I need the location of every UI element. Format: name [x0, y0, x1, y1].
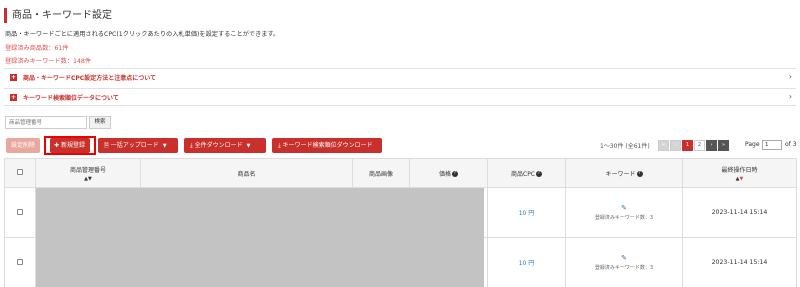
- header-label: 商品管理番号: [69, 166, 106, 174]
- keyword-cell: ✎ 登録済みキーワード数：3: [565, 237, 683, 287]
- header-label: 最終操作日時: [721, 166, 758, 174]
- chevron-right-icon: ›: [788, 72, 792, 81]
- header-label: 商品CPC: [511, 170, 535, 178]
- registered-keywords-count: 登録済みキーワード数：148件: [5, 58, 92, 65]
- cpc-link[interactable]: 10 円: [519, 210, 535, 217]
- last-updated-date: 2023-11-14 15:14: [711, 259, 768, 266]
- question-circle-icon[interactable]: ?: [452, 171, 458, 177]
- last-updated-cell: 2023-11-14 15:14: [682, 237, 797, 287]
- question-circle-icon[interactable]: ?: [536, 171, 542, 177]
- cpc-cell: 10 円: [487, 237, 566, 287]
- chevron-right-icon: ›: [788, 92, 792, 101]
- accordion-cpc-settings[interactable]: + 商品・キーワードCPC設定方法と注意点について ›: [4, 68, 796, 86]
- new-button-label: 新規登録: [60, 142, 85, 149]
- keyword-rank-download-button[interactable]: ⤓ キーワード検索順位ダウンロード: [272, 138, 382, 153]
- accordion-label: キーワード検索順位データについて: [23, 94, 119, 102]
- plus-icon: ✚: [54, 142, 61, 149]
- last-page-button[interactable]: »: [718, 140, 729, 151]
- header-product-id[interactable]: 商品管理番号 ▲▼: [35, 158, 141, 188]
- page-2-button[interactable]: 2: [694, 140, 705, 151]
- keyword-count: 登録済みキーワード数：3: [594, 265, 654, 271]
- last-updated-cell: 2023-11-14 15:14: [682, 187, 797, 238]
- row-checkbox[interactable]: [17, 258, 23, 265]
- accordion-keyword-rank[interactable]: + キーワード検索順位データについて ›: [4, 88, 796, 106]
- search-input[interactable]: [5, 116, 87, 129]
- page-title: 商品・キーワード設定: [4, 8, 112, 23]
- keyword-count: 登録済みキーワード数：3: [594, 215, 654, 221]
- pagination-info: 1〜30件 (全61件): [600, 143, 650, 150]
- cpc-cell: 10 円: [487, 187, 566, 238]
- pagination: « ‹ 1 2 › »: [658, 140, 730, 151]
- prev-page-button[interactable]: ‹: [670, 140, 681, 151]
- search-button[interactable]: 検索: [89, 116, 111, 129]
- page-1-button[interactable]: 1: [682, 140, 693, 151]
- bulk-upload-button[interactable]: 🗎 一括アップロード ▼: [98, 138, 178, 153]
- header-last-updated[interactable]: 最終操作日時 ▲▼: [682, 158, 797, 188]
- caret-down-icon: ▼: [246, 143, 251, 149]
- caret-down-icon: ▼: [162, 143, 167, 149]
- accordion-label: 商品・キーワードCPC設定方法と注意点について: [23, 75, 157, 82]
- delete-button[interactable]: 設定削除: [6, 138, 40, 153]
- download-all-button[interactable]: ⤓ 全件ダウンロード ▼: [184, 138, 266, 153]
- file-upload-icon: 🗎: [104, 142, 111, 149]
- sort-icon[interactable]: ▲▼: [683, 176, 796, 182]
- edit-icon[interactable]: ✎: [566, 254, 682, 262]
- header-cpc: 商品CPC?: [487, 158, 566, 188]
- row-checkbox[interactable]: [17, 208, 23, 215]
- header-label: キーワード: [605, 170, 636, 178]
- last-updated-date: 2023-11-14 15:14: [711, 209, 768, 216]
- next-page-button[interactable]: ›: [706, 140, 717, 151]
- page-description: 商品・キーワードごとに適用されるCPC(1クリックあたりの入札単価)を設定するこ…: [5, 31, 280, 38]
- download-all-label: 全件ダウンロード: [194, 142, 243, 149]
- page-of-label: of 3: [785, 141, 797, 148]
- select-all-checkbox[interactable]: [17, 169, 23, 175]
- registered-products-count: 登録済み商品数：61件: [5, 45, 69, 52]
- keyword-cell: ✎ 登録済みキーワード数：3: [565, 187, 683, 238]
- header-product-image: 商品画像: [352, 158, 410, 188]
- header-product-name: 商品名: [140, 158, 353, 188]
- header-keyword: キーワード?: [565, 158, 683, 188]
- keyword-rank-download-label: キーワード検索順位ダウンロード: [282, 142, 373, 149]
- select-all-cell: [4, 158, 36, 188]
- row-select-cell: [4, 187, 36, 238]
- first-page-button[interactable]: «: [658, 140, 669, 151]
- redacted-block: [36, 188, 484, 287]
- question-circle-icon[interactable]: ?: [636, 171, 643, 177]
- header-price: 価格?: [409, 158, 488, 188]
- table-header-row: 商品管理番号 ▲▼ 商品名 商品画像 価格? 商品CPC? キーワード? 最終操作…: [4, 158, 797, 188]
- plus-icon: +: [10, 74, 17, 81]
- row-select-cell: [4, 237, 36, 287]
- page-label: Page: [745, 141, 760, 148]
- new-registration-button[interactable]: ✚ 新規登録: [50, 138, 90, 153]
- edit-icon[interactable]: ✎: [566, 204, 682, 212]
- plus-icon: +: [10, 93, 17, 101]
- bulk-upload-label: 一括アップロード: [110, 142, 159, 149]
- cpc-link[interactable]: 10 円: [519, 260, 535, 267]
- page-number-input[interactable]: 1: [762, 140, 782, 150]
- sort-icon[interactable]: ▲▼: [36, 176, 140, 182]
- header-label: 価格: [438, 170, 451, 178]
